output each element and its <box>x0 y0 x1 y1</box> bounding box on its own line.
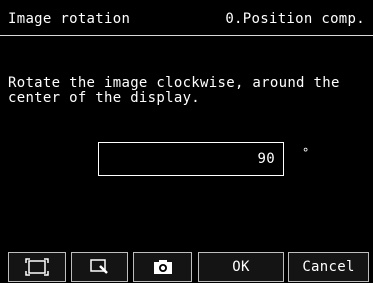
camera-icon <box>153 259 173 275</box>
zoom-icon <box>89 258 111 276</box>
rotation-angle-value: 90 <box>257 151 275 167</box>
bottom-toolbar: OK Cancel <box>0 252 373 283</box>
page-title: Image rotation <box>8 11 131 27</box>
header-bar: Image rotation 0.Position comp. <box>0 0 373 36</box>
capture-button[interactable] <box>133 252 192 282</box>
instruction-text: Rotate the image clockwise, around the c… <box>8 75 340 106</box>
rotation-angle-field[interactable]: 90 <box>98 142 284 176</box>
zoom-button[interactable] <box>71 252 128 282</box>
mode-label: 0.Position comp. <box>225 11 365 27</box>
fit-display-button[interactable] <box>8 252 66 282</box>
cancel-button[interactable]: Cancel <box>288 252 369 282</box>
degree-unit-label: ° <box>302 146 310 160</box>
ok-button[interactable]: OK <box>198 252 284 282</box>
fit-display-icon <box>25 258 49 276</box>
